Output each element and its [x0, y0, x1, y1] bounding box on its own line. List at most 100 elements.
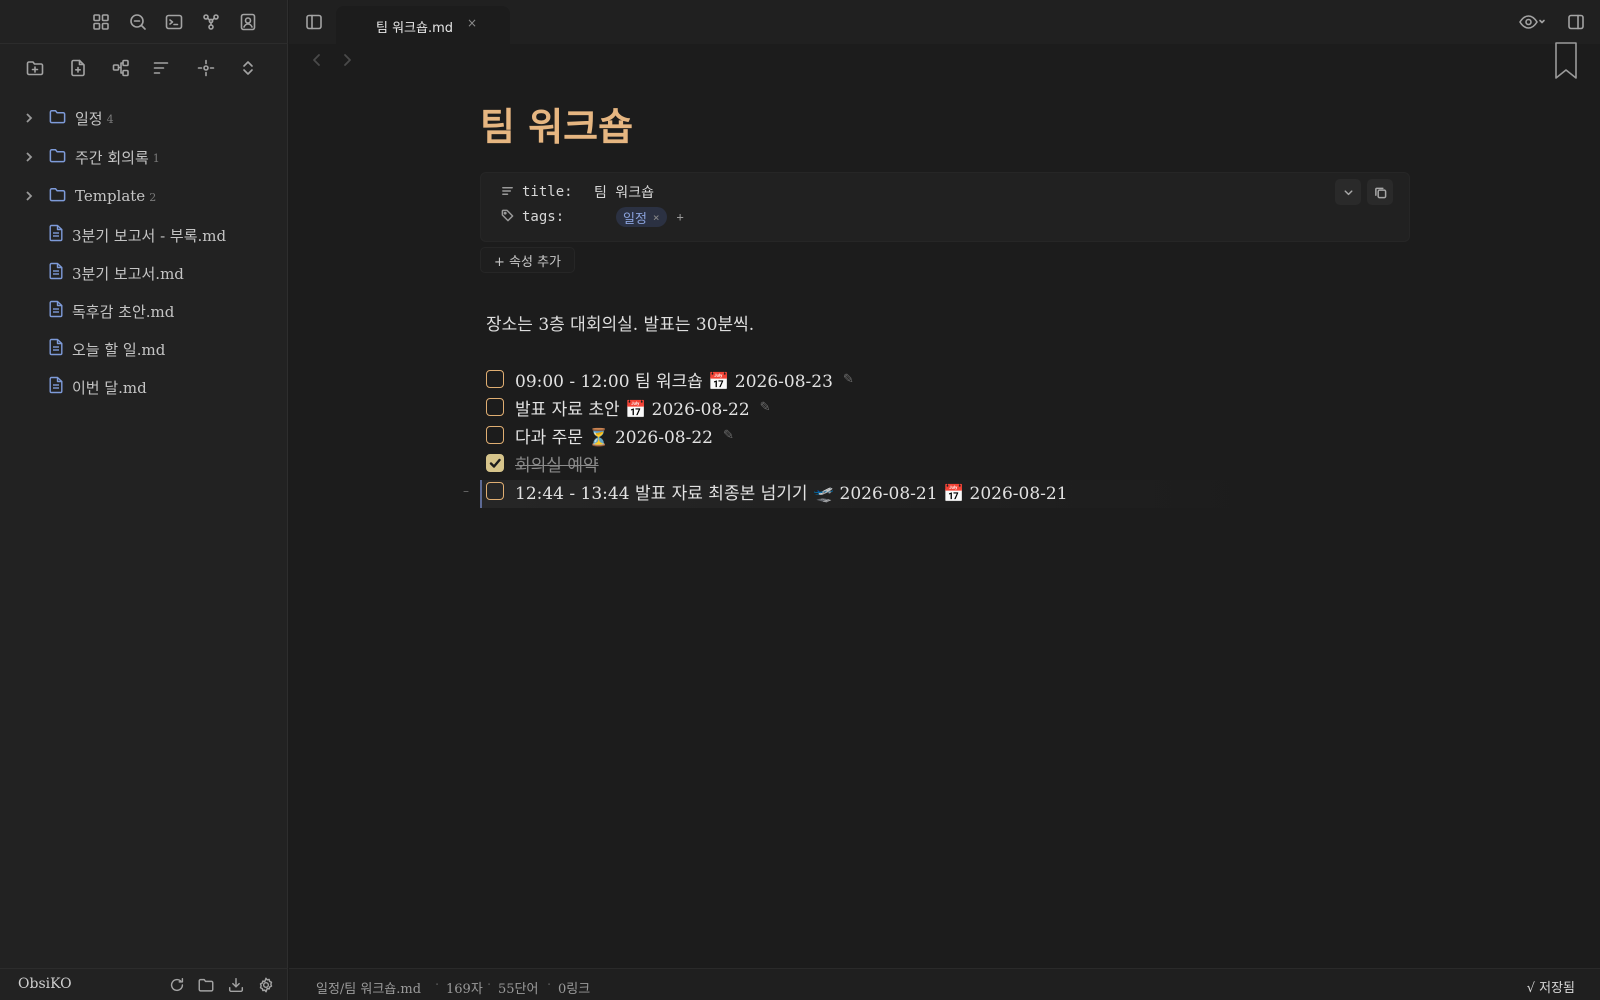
task-item[interactable]: 다과 주문 ⏳ 2026-08-22 ✎: [486, 421, 734, 449]
task-checkbox[interactable]: [486, 426, 504, 444]
tree-file[interactable]: 3분기 보고서 - 부록.md: [22, 219, 272, 251]
tree-item-label: 독후감 초안.md: [72, 302, 175, 321]
copy-icon: [1374, 187, 1386, 198]
task-text[interactable]: 다과 주문 ⏳ 2026-08-22: [515, 423, 713, 448]
tree-item-label: 3분기 보고서.md: [72, 264, 184, 283]
canvas-icon[interactable]: [107, 54, 135, 82]
sync-icon[interactable]: [165, 973, 189, 997]
task-item-completed[interactable]: 회의실 예약: [486, 449, 599, 477]
tab-title: 팀 워크숍.md: [376, 21, 454, 36]
tree-item-label: 이번 달.md: [72, 378, 147, 397]
property-title[interactable]: title: 팀 워크숍: [501, 181, 654, 203]
edit-pencil-icon[interactable]: ✎: [843, 372, 854, 387]
copy-properties-button[interactable]: [1367, 179, 1393, 205]
add-property-button[interactable]: + 속성 추가: [480, 247, 575, 273]
tree-item-label: 주간 회의록: [75, 148, 149, 167]
status-file-path[interactable]: 일정/팀 워크숍.md: [316, 978, 421, 997]
properties-collapse-button[interactable]: [1335, 179, 1361, 205]
task-checkbox[interactable]: [486, 370, 504, 388]
status-separator: ·: [487, 978, 492, 993]
tree-folder-schedule[interactable]: 일정 4: [22, 102, 272, 134]
file-icon: [48, 262, 64, 284]
task-text[interactable]: 09:00 - 12:00 팀 워크숍 📅 2026-08-23: [515, 367, 833, 392]
tree-file[interactable]: 오늘 할 일.md: [22, 333, 272, 365]
tag-icon: [501, 209, 514, 226]
task-text[interactable]: 발표 자료 초안 📅 2026-08-22: [515, 395, 750, 420]
bookmark-icon[interactable]: [1554, 42, 1578, 84]
task-item[interactable]: 09:00 - 12:00 팀 워크숍 📅 2026-08-23 ✎: [486, 365, 854, 393]
vault-name[interactable]: ObsiKO: [18, 976, 72, 992]
tab-close-icon[interactable]: ×: [467, 16, 477, 30]
tree-file[interactable]: 3분기 보고서.md: [22, 257, 272, 289]
task-text[interactable]: 회의실 예약: [515, 451, 599, 476]
fold-indicator[interactable]: –: [463, 484, 469, 498]
toggle-left-sidebar-icon[interactable]: [300, 8, 328, 36]
note-paragraph[interactable]: 장소는 3층 대회의실. 발표는 30분씩.: [486, 310, 754, 335]
new-folder-icon[interactable]: [21, 54, 49, 82]
tree-file[interactable]: 독후감 초안.md: [22, 295, 272, 327]
tree-file[interactable]: 이번 달.md: [22, 371, 272, 403]
forward-arrow-icon[interactable]: [339, 52, 355, 78]
status-link-count: 0링크: [558, 982, 591, 997]
status-word-count: 55단어: [498, 982, 539, 997]
tree-item-label: 3분기 보고서 - 부록.md: [72, 226, 227, 245]
task-checkbox[interactable]: [486, 482, 504, 500]
contact-card-icon[interactable]: [234, 8, 262, 36]
tab-bar: 팀 워크숍.md ×: [289, 0, 1600, 44]
file-explorer-toolbar: [0, 52, 288, 88]
task-checkbox[interactable]: [486, 398, 504, 416]
edit-pencil-icon[interactable]: ✎: [760, 400, 771, 415]
chevron-right-icon[interactable]: [22, 190, 36, 202]
tree-folder-weekly-minutes[interactable]: 주간 회의록 1: [22, 141, 272, 173]
tree-item-count: 4: [106, 112, 114, 126]
checkmark-icon: [489, 458, 501, 468]
new-note-icon[interactable]: [64, 54, 92, 82]
tree-folder-template[interactable]: Template 2: [22, 180, 272, 212]
task-checkbox-checked[interactable]: [486, 454, 504, 472]
tree-item-count: 1: [152, 151, 160, 165]
tree-item-label: Template: [75, 187, 146, 205]
text-lines-icon: [501, 184, 514, 201]
task-item[interactable]: 발표 자료 초안 📅 2026-08-22 ✎: [486, 393, 771, 421]
expand-collapse-icon[interactable]: [234, 54, 262, 82]
tag-remove-icon[interactable]: ×: [653, 211, 660, 224]
status-char-count: 169자: [446, 982, 483, 997]
file-icon: [48, 300, 64, 322]
reading-view-toggle-icon[interactable]: [1512, 8, 1552, 36]
file-icon: [48, 338, 64, 360]
sidebar-footer: ObsiKO: [0, 968, 288, 1000]
task-text[interactable]: 12:44 - 13:44 발표 자료 최종본 넘기기 🛫 2026-08-21…: [515, 479, 1068, 504]
tree-item-count: 2: [149, 190, 157, 204]
tree-item-label: 일정: [75, 109, 103, 128]
settings-gear-icon[interactable]: [254, 973, 278, 997]
tag-pill[interactable]: 일정 ×: [616, 207, 667, 227]
chevron-right-icon[interactable]: [22, 151, 36, 163]
tab-team-workshop[interactable]: 팀 워크숍.md ×: [336, 6, 510, 44]
edit-pencil-icon[interactable]: ✎: [723, 428, 734, 443]
toggle-right-sidebar-icon[interactable]: [1562, 8, 1590, 36]
files-view-icon[interactable]: [87, 8, 115, 36]
history-nav: [309, 52, 355, 78]
back-arrow-icon[interactable]: [309, 52, 325, 78]
property-key: tags:: [522, 209, 565, 225]
status-separator: ·: [547, 978, 552, 993]
properties-panel: title: 팀 워크숍 tags: 일정 × +: [480, 172, 1410, 242]
file-icon: [48, 224, 64, 246]
task-item[interactable]: 12:44 - 13:44 발표 자료 최종본 넘기기 🛫 2026-08-21…: [486, 477, 1068, 505]
property-value[interactable]: 팀 워크숍: [594, 182, 654, 202]
sort-icon[interactable]: [147, 54, 175, 82]
search-icon[interactable]: [124, 8, 152, 36]
download-icon[interactable]: [224, 973, 248, 997]
reveal-active-file-icon[interactable]: [192, 54, 220, 82]
open-vault-folder-icon[interactable]: [194, 973, 218, 997]
sidebar-ribbon: [0, 0, 288, 44]
note-title[interactable]: 팀 워크숍: [480, 96, 633, 151]
left-sidebar: 일정 4 주간 회의록 1 Template 2 3분기 보고서 - 부록.md…: [0, 0, 288, 1000]
tag-add-button[interactable]: +: [677, 210, 684, 224]
property-tags[interactable]: tags: 일정 × +: [501, 206, 684, 228]
terminal-icon[interactable]: [160, 8, 188, 36]
editor-pane: 팀 워크숍.md × 팀 워크숍 title: 팀 워크숍 tags: 일정 ×: [289, 0, 1600, 1000]
chevron-right-icon[interactable]: [22, 112, 36, 124]
folder-icon: [48, 185, 67, 208]
graph-view-icon[interactable]: [197, 8, 225, 36]
